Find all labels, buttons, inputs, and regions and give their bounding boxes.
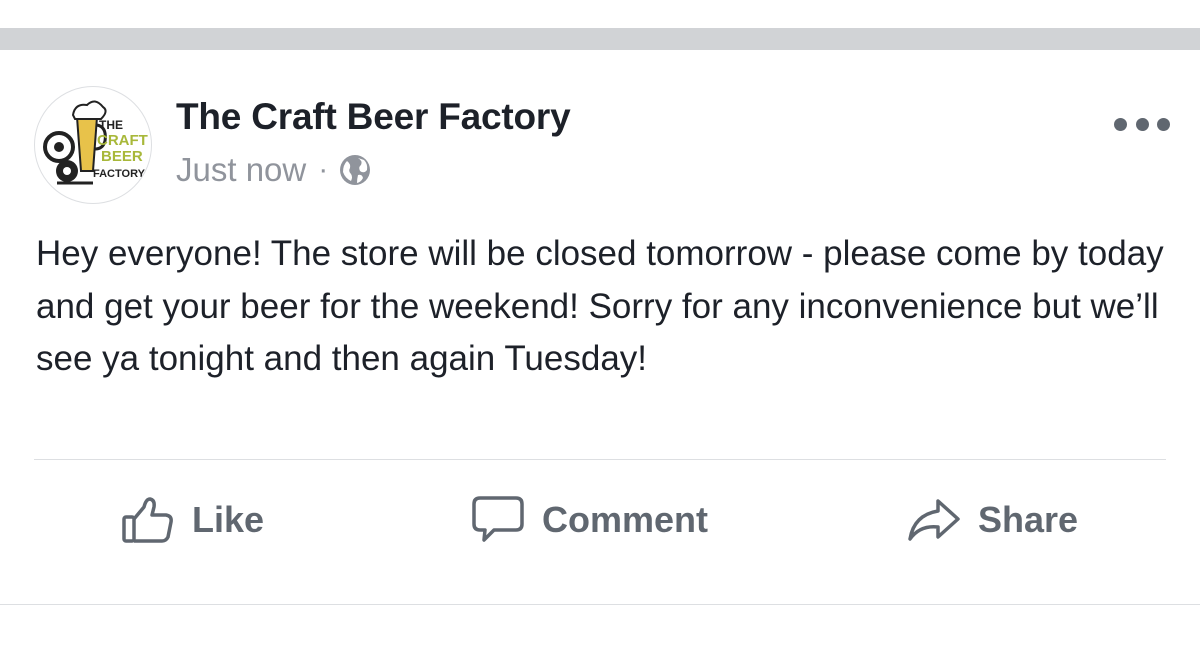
more-dot (1157, 118, 1170, 131)
comment-button[interactable]: Comment (470, 492, 708, 548)
more-dot (1114, 118, 1127, 131)
share-label: Share (978, 499, 1079, 540)
craft-beer-factory-logo: THE CRAFT BEER FACTORY (43, 100, 148, 185)
post-divider (34, 459, 1166, 460)
comment-label: Comment (542, 499, 709, 540)
post-timestamp[interactable]: Just now (176, 151, 306, 189)
page-avatar[interactable]: THE CRAFT BEER FACTORY (34, 86, 152, 204)
top-strip (0, 0, 1200, 28)
logo-text-the: THE (99, 118, 123, 132)
feed-separator-bar (0, 28, 1200, 50)
meta-separator: · (318, 153, 329, 186)
thumbs-up-icon (120, 495, 176, 545)
more-options-icon[interactable] (1114, 118, 1170, 132)
post-author-name[interactable]: The Craft Beer Factory (176, 96, 571, 138)
share-arrow-icon (906, 495, 962, 545)
bottom-area (0, 605, 1200, 648)
post-meta: Just now · (176, 150, 372, 190)
like-button[interactable]: Like (120, 492, 264, 548)
logo-text-beer: BEER (101, 148, 143, 165)
more-dot (1135, 118, 1149, 131)
comment-bubble-icon (470, 494, 526, 546)
logo-text-craft: CRAFT (97, 132, 148, 149)
logo-text-factory: FACTORY (93, 168, 146, 180)
post-body-text: Hey everyone! The store will be closed t… (36, 234, 1164, 378)
share-button[interactable]: Share (906, 492, 1078, 548)
globe-icon[interactable] (338, 153, 372, 187)
like-label: Like (192, 499, 265, 540)
